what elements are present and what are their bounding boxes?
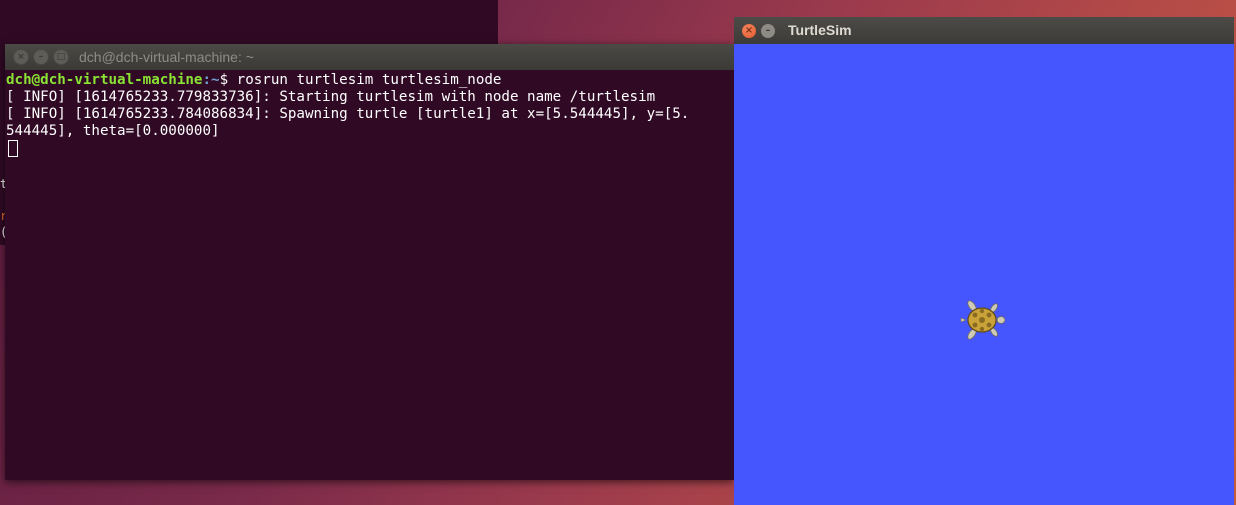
turtlesim-titlebar[interactable]: × – TurtleSim (734, 17, 1234, 44)
turtlesim-minimize-button[interactable]: – (761, 23, 775, 38)
output-line: [ INFO] [1614765233.779833736]: Starting… (6, 89, 656, 105)
prompt-symbol: $ (219, 72, 237, 88)
command-text: rosrun turtlesim turtlesim_node (236, 72, 502, 88)
terminal-window[interactable]: × – □ dch@dch-virtual-machine: ~ dch@dch… (5, 44, 734, 480)
command-line: dch@dch-virtual-machine:~$ rosrun turtle… (6, 72, 734, 89)
terminal-title: dch@dch-virtual-machine: ~ (79, 49, 254, 65)
close-icon: × (17, 52, 25, 62)
turtlesim-title: TurtleSim (788, 22, 852, 38)
terminal-maximize-button[interactable]: □ (53, 49, 69, 65)
turtlesim-close-button[interactable]: × (742, 23, 756, 38)
terminal-output[interactable]: dch@dch-virtual-machine:~$ rosrun turtle… (5, 70, 734, 158)
terminal-titlebar[interactable]: × – □ dch@dch-virtual-machine: ~ (5, 44, 734, 70)
output-line: 544445], theta=[0.000000] (6, 123, 220, 139)
terminal-minimize-button[interactable]: – (33, 49, 49, 65)
maximize-icon: □ (56, 52, 66, 62)
prompt-path: :~ (202, 72, 220, 88)
output-line: [ INFO] [1614765233.784086834]: Spawning… (6, 106, 690, 122)
turtlesim-canvas (734, 44, 1234, 505)
terminal-close-button[interactable]: × (13, 49, 29, 65)
text-cursor (8, 140, 18, 157)
prompt-user: dch@dch-virtual-machine (6, 72, 203, 88)
close-icon: × (744, 25, 754, 36)
cursor-line (6, 140, 734, 158)
turtle-icon (960, 300, 1006, 340)
turtlesim-window[interactable]: × – TurtleSim (734, 17, 1234, 505)
minimize-icon: – (38, 52, 44, 62)
minimize-icon: – (765, 25, 771, 36)
